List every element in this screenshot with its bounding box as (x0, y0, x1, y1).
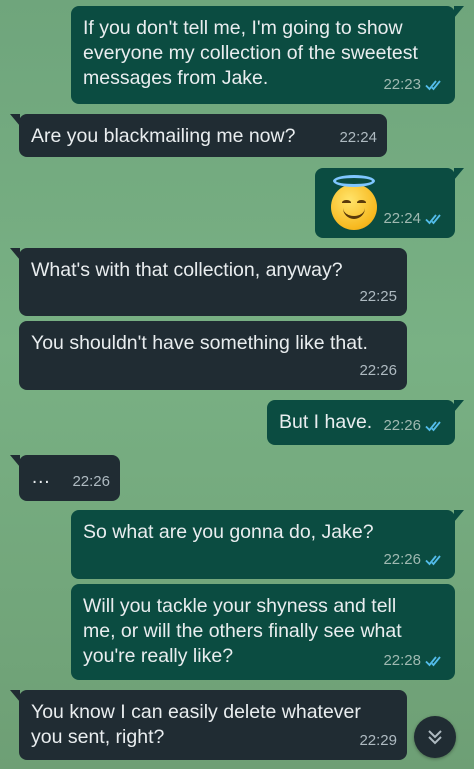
message-time: 22:26 (383, 551, 421, 568)
message-text: So what are you gonna do, Jake? (83, 521, 374, 543)
message-time: 22:26 (383, 417, 421, 434)
message-time: 22:26 (72, 473, 110, 490)
message-text: What's with that collection, anyway? (31, 259, 343, 281)
message-bubble-outgoing[interactable]: 22:24 (315, 168, 464, 238)
message-bubble-outgoing[interactable]: If you don't tell me, I'm going to show … (71, 6, 464, 104)
message-meta: 22:24 (339, 125, 377, 150)
message-time: 22:23 (383, 76, 421, 93)
message-text: You shouldn't have something like that. (31, 332, 368, 354)
double-check-read-icon (425, 420, 441, 431)
message-bubble-incoming[interactable]: … 22:26 (10, 455, 120, 501)
message-meta: 22:24 (383, 206, 445, 231)
message-meta: 22:25 (359, 284, 397, 309)
message-bubble-incoming[interactable]: You shouldn't have something like that. … (19, 321, 407, 390)
message-bubble-outgoing[interactable]: So what are you gonna do, Jake? 22:26 (71, 510, 464, 579)
chat-area: If you don't tell me, I'm going to show … (0, 0, 474, 769)
message-time: 22:29 (359, 732, 397, 749)
message-time: 22:24 (383, 210, 421, 227)
message-bubble-outgoing[interactable]: But I have. 22:26 (267, 400, 464, 445)
message-meta: 22:26 (383, 547, 445, 572)
message-meta: 22:26 (72, 469, 110, 494)
message-meta: 22:26 (359, 358, 397, 383)
double-check-read-icon (425, 79, 441, 90)
message-time: 22:28 (383, 652, 421, 669)
message-meta: 22:26 (383, 413, 445, 438)
double-check-read-icon (425, 554, 441, 565)
message-meta: 22:28 (383, 648, 445, 673)
message-bubble-incoming[interactable]: What's with that collection, anyway? 22:… (10, 248, 407, 316)
smiling-face-with-halo-icon (331, 175, 377, 230)
double-check-read-icon (425, 655, 441, 666)
message-time: 22:25 (359, 288, 397, 305)
double-chevron-down-icon (428, 730, 442, 745)
message-bubble-incoming[interactable]: Are you blackmailing me now? 22:24 (10, 114, 387, 157)
message-meta: 22:23 (383, 72, 445, 97)
double-check-read-icon (425, 213, 441, 224)
message-bubble-incoming[interactable]: You know I can easily delete whatever yo… (10, 690, 407, 760)
message-text: You know I can easily delete whatever yo… (31, 701, 361, 748)
scroll-to-bottom-button[interactable] (414, 716, 456, 758)
message-bubble-outgoing[interactable]: Will you tackle your shyness and tell me… (71, 584, 455, 680)
message-time: 22:26 (359, 362, 397, 379)
message-text: Are you blackmailing me now? (31, 125, 296, 147)
message-meta: 22:29 (359, 728, 397, 753)
message-time: 22:24 (339, 129, 377, 146)
